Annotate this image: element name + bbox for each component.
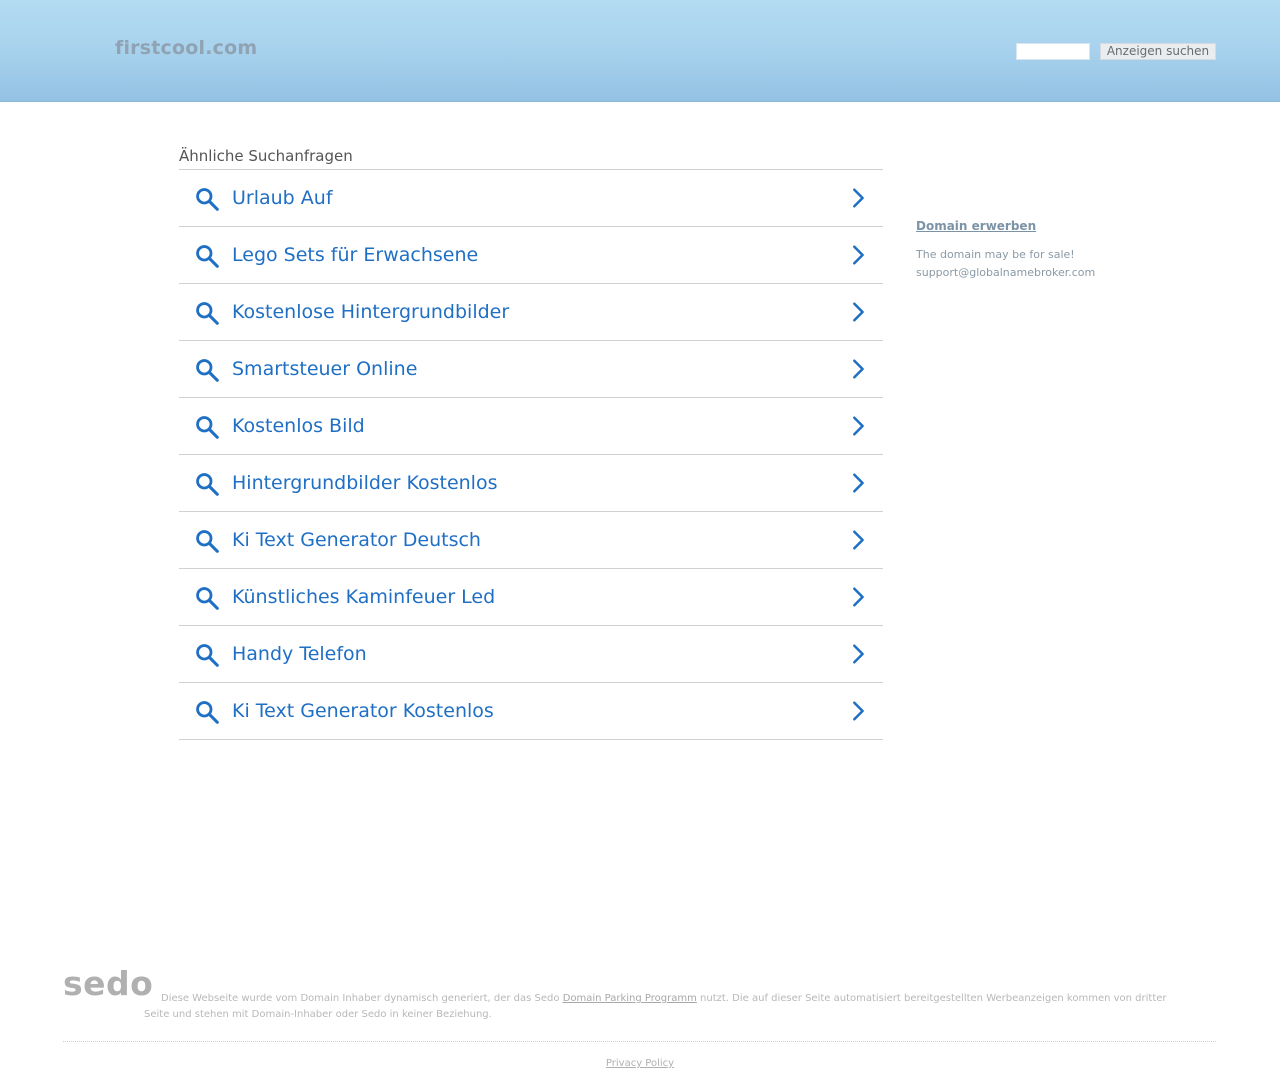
related-search-label[interactable]: Smartsteuer Online [232,357,417,381]
related-searches-title: Ähnliche Suchanfragen [179,145,883,170]
related-search-label[interactable]: Kostenlos Bild [232,414,365,438]
search-icon [194,699,220,725]
related-search-label[interactable]: Handy Telefon [232,642,367,666]
disclaimer-text-start: Diese Webseite wurde vom Domain Inhaber … [161,993,563,1004]
chevron-right-icon [847,700,869,722]
chevron-right-icon [847,586,869,608]
related-search-label[interactable]: Ki Text Generator Kostenlos [232,699,494,723]
search-icon [194,243,220,269]
related-searches-list: Urlaub Auf Lego Sets für Erwachsene Kosten… [179,170,883,740]
chevron-right-icon [847,472,869,494]
related-search-label[interactable]: Ki Text Generator Deutsch [232,528,481,552]
related-search-item[interactable]: Kostenlose Hintergrundbilder [179,284,883,341]
related-search-label[interactable]: Hintergrundbilder Kostenlos [232,471,497,495]
header-bar: firstcool.com Anzeigen suchen [0,0,1280,102]
chevron-right-icon [847,358,869,380]
chevron-right-icon [847,529,869,551]
sidebar: Domain erwerben The domain may be for sa… [916,218,1146,282]
footer-disclaimer: Diese Webseite wurde vom Domain Inhaber … [144,991,1184,1023]
search-icon [194,357,220,383]
footer-divider [63,1041,1216,1042]
related-search-item[interactable]: Kostenlos Bild [179,398,883,455]
search-icon [194,186,220,212]
search-icon [194,585,220,611]
sale-contact-email: support@globalnamebroker.com [916,266,1096,279]
related-search-item[interactable]: Ki Text Generator Deutsch [179,512,883,569]
site-logo[interactable]: firstcool.com [115,37,257,59]
related-search-item[interactable]: Smartsteuer Online [179,341,883,398]
search-icon [194,642,220,668]
footer-privacy: Privacy Policy [0,1057,1280,1071]
chevron-right-icon [847,415,869,437]
related-search-item[interactable]: Handy Telefon [179,626,883,683]
related-search-item[interactable]: Ki Text Generator Kostenlos [179,683,883,740]
domain-parking-link[interactable]: Domain Parking Programm [563,993,697,1004]
domain-purchase-link[interactable]: Domain erwerben [916,218,1146,234]
search-icon [194,414,220,440]
related-search-item[interactable]: Hintergrundbilder Kostenlos [179,455,883,512]
related-search-label[interactable]: Lego Sets für Erwachsene [232,243,478,267]
sedo-logo: sedo [63,964,154,1003]
chevron-right-icon [847,187,869,209]
search-input[interactable] [1016,43,1090,60]
chevron-right-icon [847,244,869,266]
sale-notice-text: The domain may be for sale! [916,248,1075,261]
related-search-label[interactable]: Urlaub Auf [232,186,333,210]
search-icon [194,528,220,554]
sale-notice: The domain may be for sale! support@glob… [916,246,1146,282]
related-searches: Ähnliche Suchanfragen Urlaub Auf Lego Set… [179,145,883,740]
chevron-right-icon [847,301,869,323]
search-icon [194,471,220,497]
search-button[interactable]: Anzeigen suchen [1100,43,1216,60]
chevron-right-icon [847,643,869,665]
related-search-item[interactable]: Künstliches Kaminfeuer Led [179,569,883,626]
related-search-item[interactable]: Urlaub Auf [179,170,883,227]
privacy-policy-link[interactable]: Privacy Policy [606,1058,674,1069]
related-search-item[interactable]: Lego Sets für Erwachsene [179,227,883,284]
related-search-label[interactable]: Künstliches Kaminfeuer Led [232,585,495,609]
related-search-label[interactable]: Kostenlose Hintergrundbilder [232,300,509,324]
search-icon [194,300,220,326]
